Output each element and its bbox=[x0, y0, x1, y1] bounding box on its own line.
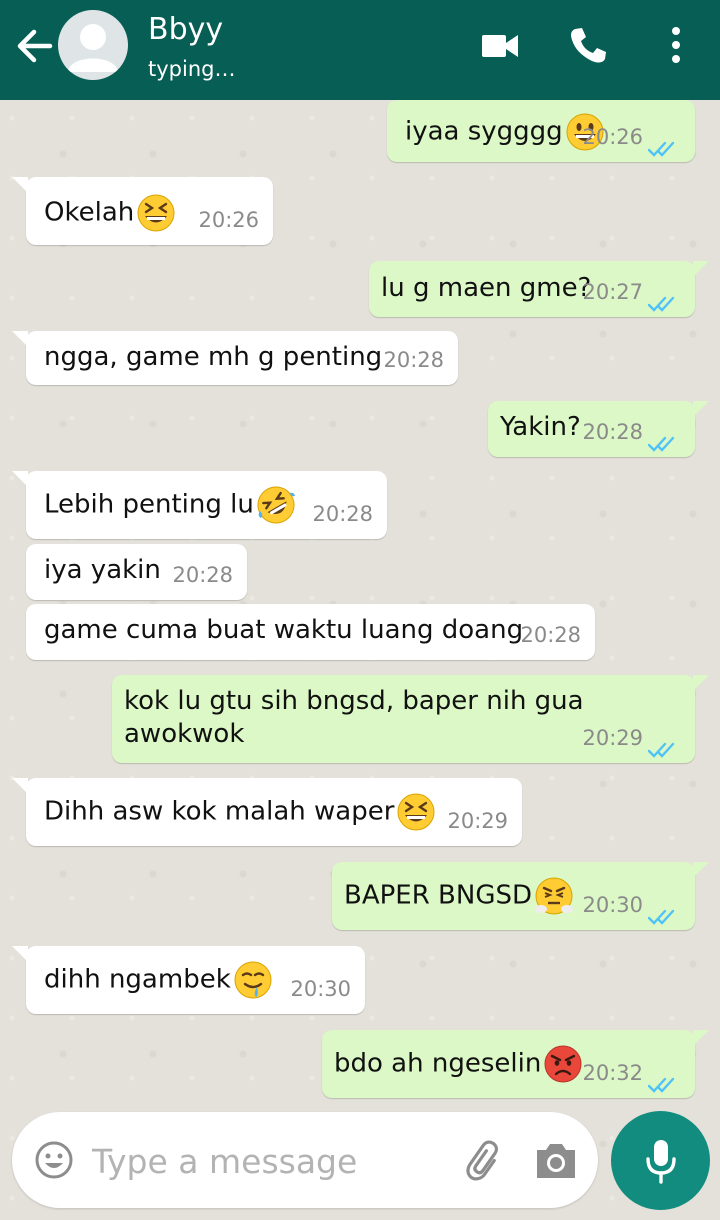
read-receipt-icon bbox=[647, 735, 679, 758]
message-bubble[interactable]: lu g maen gme? 20:27 bbox=[369, 261, 709, 317]
message-bubble[interactable]: Yakin? 20:28 bbox=[488, 401, 709, 457]
mic-button[interactable] bbox=[611, 1111, 710, 1210]
message-text: iya yakin bbox=[44, 555, 161, 585]
message-text: dihh ngambek bbox=[44, 964, 231, 995]
message-time: 20:28 bbox=[383, 348, 444, 372]
read-receipt-icon bbox=[647, 289, 679, 312]
face-with-steam-icon bbox=[534, 876, 574, 916]
more-options-icon[interactable] bbox=[656, 24, 696, 68]
message-bubble[interactable]: iyaa sygggg 20:26 bbox=[387, 100, 695, 162]
read-receipt-icon bbox=[647, 902, 679, 925]
message-time: 20:27 bbox=[582, 280, 643, 304]
message-time: 20:26 bbox=[582, 125, 643, 149]
message-text: ngga, game mh g penting bbox=[44, 342, 383, 372]
message-time: 20:30 bbox=[582, 893, 643, 917]
message-bubble[interactable]: iya yakin 20:28 bbox=[26, 544, 247, 600]
avatar[interactable] bbox=[58, 10, 128, 80]
message-composer bbox=[12, 1112, 598, 1208]
message-bubble[interactable]: Dihh asw kok malah waper 20:29 bbox=[12, 778, 522, 846]
read-receipt-icon bbox=[647, 1070, 679, 1093]
message-text: lu g maen gme? bbox=[381, 273, 592, 303]
mic-icon bbox=[641, 1137, 681, 1185]
message-time: 20:28 bbox=[582, 420, 643, 444]
message-time: 20:28 bbox=[172, 563, 233, 587]
laughing-squinting-face-icon bbox=[396, 792, 436, 832]
back-arrow-icon[interactable] bbox=[12, 26, 58, 66]
message-text: bdo ah ngeselin bbox=[334, 1048, 542, 1079]
message-time: 20:32 bbox=[582, 1061, 643, 1085]
phone-call-icon[interactable] bbox=[566, 24, 610, 68]
message-text: Dihh asw kok malah waper bbox=[44, 796, 395, 827]
pouting-face-icon bbox=[543, 1044, 583, 1084]
attach-icon[interactable] bbox=[464, 1138, 508, 1182]
message-bubble[interactable]: Lebih penting lu 20:28 bbox=[12, 471, 387, 539]
message-bubble[interactable]: bdo ah ngeselin 20:32 bbox=[322, 1030, 709, 1098]
message-time: 20:26 bbox=[198, 208, 259, 232]
rolling-on-floor-laughing-icon bbox=[256, 485, 296, 525]
message-bubble[interactable]: dihh ngambek 20:30 bbox=[12, 946, 365, 1014]
message-text: game cuma buat waktu luang doang bbox=[44, 615, 524, 645]
read-receipt-icon bbox=[647, 429, 679, 452]
message-time: 20:28 bbox=[520, 623, 581, 647]
contact-status: typing… bbox=[148, 57, 236, 81]
message-bubble[interactable]: Okelah 20:26 bbox=[12, 177, 273, 245]
message-bubble[interactable]: BAPER BNGSD 20:30 bbox=[332, 862, 709, 930]
chat-header: Bbyy typing… bbox=[0, 0, 720, 100]
message-time: 20:29 bbox=[447, 809, 508, 833]
laughing-squinting-face-icon bbox=[136, 193, 176, 233]
message-bubble[interactable]: ngga, game mh g penting 20:28 bbox=[12, 331, 458, 385]
message-bubble[interactable]: game cuma buat waktu luang doang 20:28 bbox=[26, 604, 595, 660]
message-time: 20:29 bbox=[582, 726, 643, 750]
message-text: BAPER BNGSD bbox=[344, 880, 533, 911]
read-receipt-icon bbox=[647, 134, 679, 157]
message-input[interactable] bbox=[90, 1132, 454, 1190]
camera-icon[interactable] bbox=[534, 1138, 578, 1182]
video-call-icon[interactable] bbox=[478, 24, 522, 68]
emoji-icon[interactable] bbox=[34, 1140, 74, 1180]
message-time: 20:28 bbox=[312, 502, 373, 526]
message-text: iyaa sygggg bbox=[405, 116, 563, 147]
message-bubble[interactable]: kok lu gtu sih bngsd, baper nih gua awok… bbox=[112, 675, 709, 763]
message-text: kok lu gtu sih bngsd, baper nih gua awok… bbox=[124, 686, 584, 749]
message-text: Yakin? bbox=[500, 412, 581, 442]
contact-name[interactable]: Bbyy bbox=[148, 12, 223, 47]
message-text: Okelah bbox=[44, 197, 135, 228]
message-time: 20:30 bbox=[290, 977, 351, 1001]
drooling-face-icon bbox=[233, 960, 273, 1000]
message-text: Lebih penting lu bbox=[44, 489, 254, 520]
